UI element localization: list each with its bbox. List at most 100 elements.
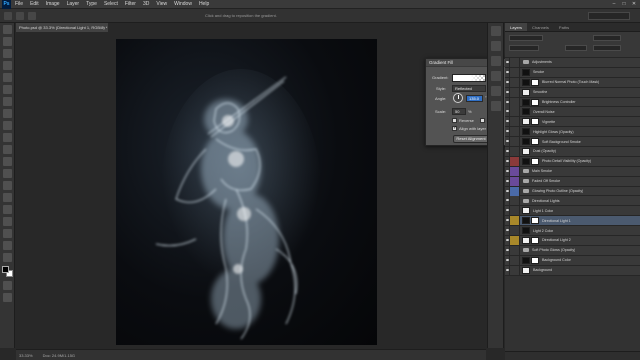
layer-row[interactable]: Blurred Normal Photo (Touch Mask) (505, 77, 640, 88)
menu-select[interactable]: Select (104, 1, 118, 7)
history-panel-icon[interactable] (490, 26, 501, 36)
healing-brush-tool-icon[interactable] (2, 97, 12, 106)
layer-filter-icons[interactable] (593, 35, 621, 41)
layer-row[interactable]: Dust (Opacity) (505, 146, 640, 157)
visibility-eye-icon[interactable] (505, 255, 510, 265)
visibility-eye-icon[interactable] (505, 176, 510, 186)
visibility-eye-icon[interactable] (505, 97, 510, 107)
eyedropper-tool-icon[interactable] (2, 85, 12, 94)
visibility-eye-icon[interactable] (505, 77, 510, 87)
document-canvas[interactable] (116, 39, 377, 345)
gradient-picker[interactable] (452, 74, 486, 82)
dither-checkbox[interactable] (480, 118, 485, 123)
eraser-tool-icon[interactable] (2, 145, 12, 154)
layer-row[interactable]: Light 1 Color (505, 206, 640, 217)
menu-layer[interactable]: Layer (67, 1, 80, 7)
zoom-level[interactable]: 33.33% (19, 353, 33, 358)
path-select-tool-icon[interactable] (2, 217, 12, 226)
visibility-eye-icon[interactable] (505, 107, 510, 117)
visibility-eye-icon[interactable] (505, 146, 510, 156)
align-with-layer-checkbox[interactable] (452, 125, 457, 131)
visibility-eye-icon[interactable] (505, 206, 510, 216)
workspace-select[interactable] (588, 12, 630, 20)
menu-type[interactable]: Type (86, 1, 97, 7)
menu-edit[interactable]: Edit (30, 1, 39, 7)
properties-panel-icon[interactable] (490, 41, 501, 51)
layer-row[interactable]: Soft Background Smoke (505, 137, 640, 148)
auto-select-icon[interactable] (16, 12, 24, 20)
paragraph-panel-icon[interactable] (490, 101, 501, 111)
visibility-eye-icon[interactable] (505, 156, 510, 166)
layer-row[interactable]: Overall Noise (505, 107, 640, 118)
type-tool-icon[interactable] (2, 205, 12, 214)
visibility-eye-icon[interactable] (505, 226, 510, 236)
layer-row[interactable]: Main Smoke (505, 166, 640, 177)
screen-mode-icon[interactable] (2, 293, 12, 302)
menu-view[interactable]: View (156, 1, 167, 7)
menu-image[interactable]: Image (46, 1, 60, 7)
angle-input[interactable]: 135.0 (466, 95, 483, 102)
hand-tool-icon[interactable] (2, 241, 12, 250)
layer-row[interactable]: Glowing Photo Outline (Opacity) (505, 186, 640, 197)
minimize-button[interactable]: – (610, 1, 618, 8)
dodge-tool-icon[interactable] (2, 181, 12, 190)
lasso-tool-icon[interactable] (2, 49, 12, 58)
layer-row[interactable]: Vignette (505, 117, 640, 128)
visibility-eye-icon[interactable] (505, 196, 510, 206)
visibility-eye-icon[interactable] (505, 67, 510, 77)
canvas-area[interactable] (16, 32, 486, 348)
foreground-color-swatch[interactable] (1, 266, 9, 273)
visibility-eye-icon[interactable] (505, 127, 510, 137)
layer-row[interactable]: Background Color (505, 255, 640, 266)
layer-row[interactable]: Brightness Controller (505, 97, 640, 108)
layer-row[interactable]: Photo Detail Visibility (Opacity) (505, 156, 640, 167)
scale-input[interactable]: 50 (452, 108, 466, 115)
tab-layers[interactable]: Layers (505, 23, 528, 31)
color-swatches[interactable] (1, 265, 14, 278)
zoom-tool-icon[interactable] (2, 253, 12, 262)
layer-row[interactable]: Directional Light 2 (505, 235, 640, 246)
quick-mask-icon[interactable] (2, 281, 12, 290)
menu-window[interactable]: Window (174, 1, 192, 7)
close-window-button[interactable]: ✕ (630, 1, 638, 8)
layer-row[interactable]: Smoke (505, 67, 640, 78)
visibility-eye-icon[interactable] (505, 216, 510, 226)
pen-tool-icon[interactable] (2, 193, 12, 202)
shape-tool-icon[interactable] (2, 229, 12, 238)
layer-row[interactable]: Highlight Glows (Opacity) (505, 127, 640, 138)
visibility-eye-icon[interactable] (505, 57, 510, 67)
layer-row[interactable]: Background (505, 265, 640, 276)
layer-row[interactable]: Light 2 Color (505, 226, 640, 237)
visibility-eye-icon[interactable] (505, 235, 510, 245)
angle-dial[interactable] (453, 93, 463, 103)
clone-stamp-tool-icon[interactable] (2, 121, 12, 130)
visibility-eye-icon[interactable] (505, 117, 510, 127)
menu-filter[interactable]: Filter (125, 1, 136, 7)
reset-alignment-button[interactable]: Reset Alignment (453, 135, 489, 143)
tab-channels[interactable]: Channels (527, 23, 554, 31)
visibility-eye-icon[interactable] (505, 186, 510, 196)
visibility-eye-icon[interactable] (505, 137, 510, 147)
visibility-eye-icon[interactable] (505, 87, 510, 97)
visibility-eye-icon[interactable] (505, 166, 510, 176)
menu-help[interactable]: Help (199, 1, 209, 7)
brush-panel-icon[interactable] (490, 71, 501, 81)
brush-tool-icon[interactable] (2, 109, 12, 118)
layer-row[interactable]: Directional Lights (505, 196, 640, 207)
transform-controls-icon[interactable] (28, 12, 36, 20)
layer-row[interactable]: Directional Light 1 (505, 216, 640, 227)
layer-row[interactable]: Adjustments (505, 57, 640, 68)
quick-select-tool-icon[interactable] (2, 61, 12, 70)
menu-3d[interactable]: 3D (143, 1, 149, 7)
adjustments-panel-icon[interactable] (490, 56, 501, 66)
menu-file[interactable]: File (15, 1, 23, 7)
move-tool-icon[interactable] (4, 12, 12, 20)
opacity-input[interactable] (565, 45, 587, 51)
history-brush-tool-icon[interactable] (2, 133, 12, 142)
crop-tool-icon[interactable] (2, 73, 12, 82)
visibility-eye-icon[interactable] (505, 245, 510, 255)
character-panel-icon[interactable] (490, 86, 501, 96)
layer-row[interactable]: Smoothe (505, 87, 640, 98)
close-document-icon[interactable]: × (103, 23, 105, 32)
document-tab[interactable]: Photo.psd @ 33.3% (Directional Light 1, … (16, 23, 108, 32)
